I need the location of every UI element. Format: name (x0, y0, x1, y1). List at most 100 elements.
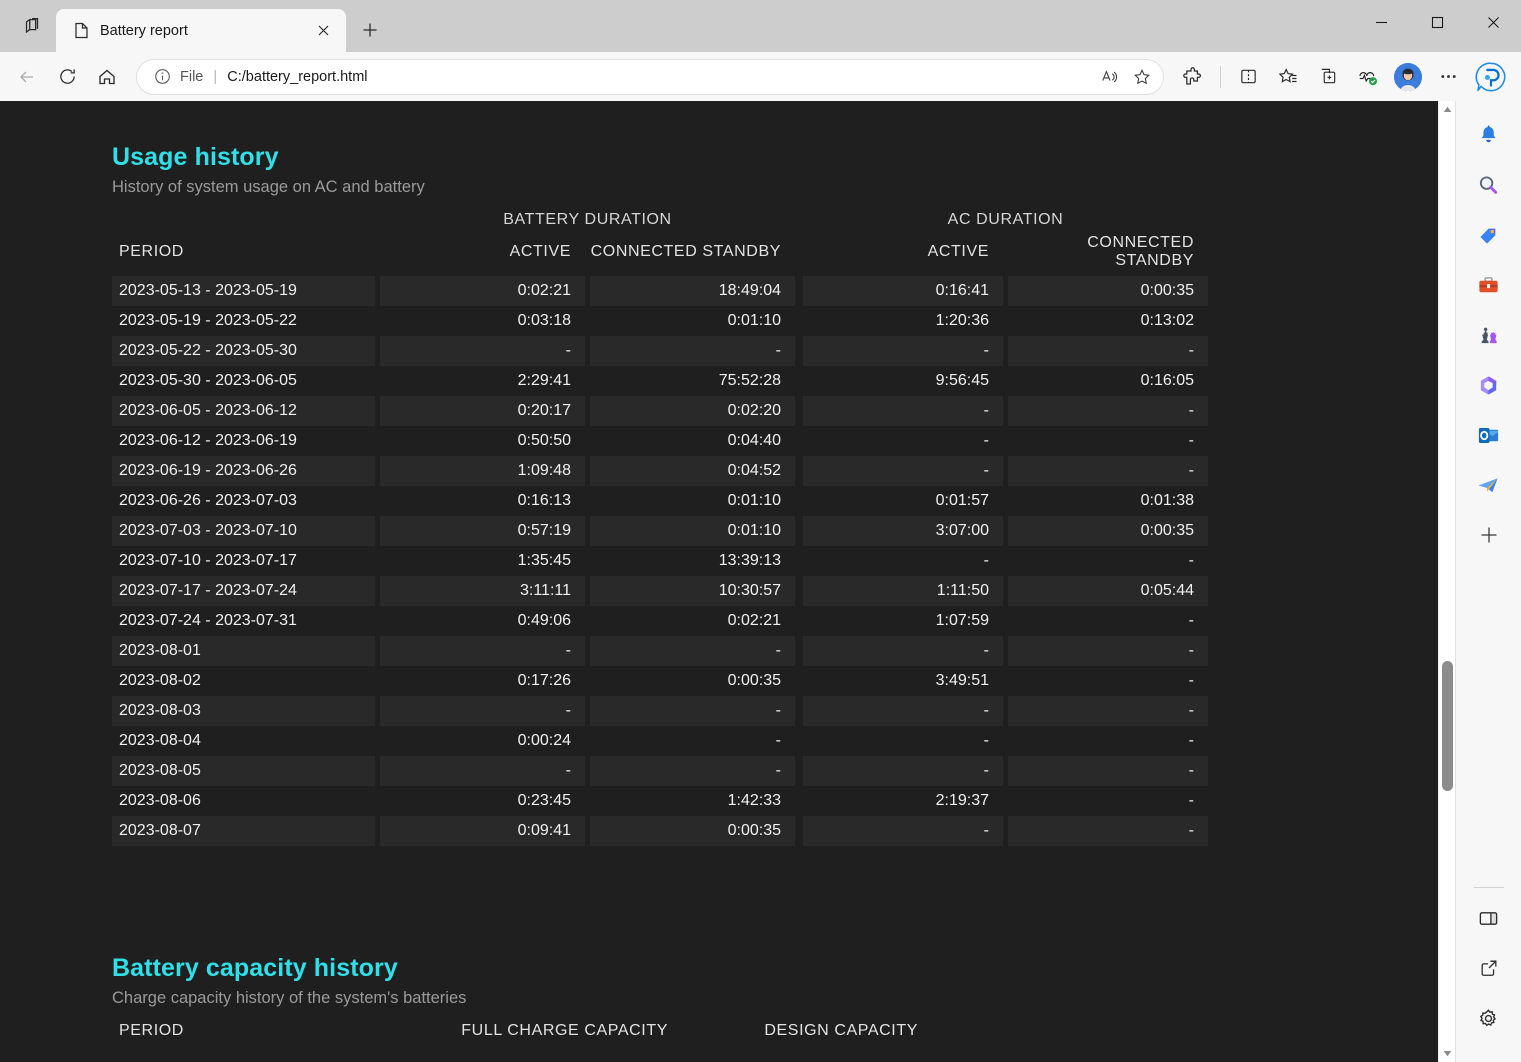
column-header-row: PERIOD ACTIVE CONNECTED STANDBY ACTIVE C… (112, 234, 1208, 276)
sidebar-item-notifications[interactable] (1469, 115, 1509, 155)
cell-period: 2023-08-01 (112, 636, 375, 666)
group-header-row: BATTERY DURATION AC DURATION (112, 211, 1208, 234)
cell-ac-cs: - (1008, 666, 1208, 696)
cell-battery-cs: 0:02:20 (590, 396, 795, 426)
column-spacer (795, 756, 803, 786)
group-header-blank (112, 211, 375, 234)
cell-battery-active: - (380, 696, 585, 726)
cell-period: 2023-06-05 - 2023-06-12 (112, 396, 375, 426)
cell-ac-cs: - (1008, 726, 1208, 756)
cell-ac-cs: - (1008, 546, 1208, 576)
scrollbar-thumb[interactable] (1442, 661, 1453, 791)
sidebar-item-shopping[interactable] (1469, 215, 1509, 255)
col-header-battery-connected-standby: CONNECTED STANDBY (590, 234, 795, 276)
sidebar-item-microsoft-365[interactable] (1469, 365, 1509, 405)
cell-ac-active: - (803, 696, 1003, 726)
sidebar-item-search[interactable] (1469, 165, 1509, 205)
browser-tab[interactable]: Battery report (56, 9, 346, 52)
browser-essentials-icon[interactable] (1349, 58, 1387, 96)
profile-avatar[interactable] (1389, 58, 1427, 96)
cell-period: 2023-05-13 - 2023-05-19 (112, 276, 375, 306)
cell-ac-cs: 0:16:05 (1008, 366, 1208, 396)
cell-period: 2023-08-02 (112, 666, 375, 696)
sidebar-item-tools[interactable] (1469, 265, 1509, 305)
scroll-up-arrow[interactable] (1439, 101, 1456, 118)
maximize-button[interactable] (1409, 0, 1465, 45)
usage-history-table: BATTERY DURATION AC DURATION PERIOD ACTI… (112, 211, 1208, 846)
cell-battery-active: 0:09:41 (380, 816, 585, 846)
cell-ac-cs: 0:00:35 (1008, 276, 1208, 306)
toggle-pane-icon[interactable] (1469, 898, 1509, 938)
new-tab-button[interactable] (352, 12, 388, 48)
cell-battery-active: 0:50:50 (380, 426, 585, 456)
cell-battery-active: 1:35:45 (380, 546, 585, 576)
cell-ac-cs: - (1008, 336, 1208, 366)
cell-ac-cs: - (1008, 456, 1208, 486)
cell-ac-cs: - (1008, 606, 1208, 636)
col-header-ac-active: ACTIVE (803, 234, 1003, 276)
add-favorite-star-icon[interactable] (1127, 62, 1157, 92)
settings-and-more-button[interactable] (1429, 58, 1467, 96)
browser-window: Battery report (0, 0, 1521, 1062)
url-text[interactable]: C:/battery_report.html (227, 69, 1095, 85)
open-in-new-window-icon[interactable] (1469, 948, 1509, 988)
table-row: 2023-08-060:23:451:42:332:19:37- (112, 786, 1208, 816)
cell-period: 2023-07-10 - 2023-07-17 (112, 546, 375, 576)
cell-battery-active: 0:17:26 (380, 666, 585, 696)
col-header-period: PERIOD (112, 234, 375, 276)
cell-ac-active: 0:16:41 (803, 276, 1003, 306)
cell-ac-active: 2:19:37 (803, 786, 1003, 816)
page-scrollbar[interactable] (1438, 101, 1455, 1062)
cell-ac-active: - (803, 816, 1003, 846)
cell-ac-cs: - (1008, 426, 1208, 456)
reload-button[interactable] (48, 58, 86, 96)
battery-report-page: Usage history History of system usage on… (0, 101, 1438, 1062)
close-tab-icon[interactable] (310, 18, 336, 44)
close-window-button[interactable] (1465, 0, 1521, 45)
tab-search-icon[interactable] (8, 0, 56, 52)
scroll-down-arrow[interactable] (1439, 1045, 1456, 1062)
cell-ac-active: - (803, 336, 1003, 366)
cell-ac-active: 3:07:00 (803, 516, 1003, 546)
column-spacer (795, 516, 803, 546)
back-button[interactable] (8, 58, 46, 96)
column-spacer (795, 486, 803, 516)
cap-col-header-full-charge: FULL CHARGE CAPACITY (382, 1022, 682, 1046)
sidebar-item-games[interactable] (1469, 315, 1509, 355)
cell-ac-active: 3:49:51 (803, 666, 1003, 696)
cell-battery-active: - (380, 756, 585, 786)
cell-period: 2023-05-19 - 2023-05-22 (112, 306, 375, 336)
cell-period: 2023-07-03 - 2023-07-10 (112, 516, 375, 546)
info-icon[interactable] (151, 66, 173, 88)
cell-battery-active: 0:16:13 (380, 486, 585, 516)
cell-ac-cs: 0:05:44 (1008, 576, 1208, 606)
address-bar[interactable]: File | C:/battery_report.html (136, 59, 1164, 95)
usage-history-header: BATTERY DURATION AC DURATION PERIOD ACTI… (112, 211, 1208, 276)
sidebar-item-add-app[interactable] (1469, 515, 1509, 555)
cell-period: 2023-07-24 - 2023-07-31 (112, 606, 375, 636)
split-screen-icon[interactable] (1229, 58, 1267, 96)
table-row: 2023-07-17 - 2023-07-243:11:1110:30:571:… (112, 576, 1208, 606)
extensions-puzzle-icon[interactable] (1174, 58, 1212, 96)
cell-battery-cs: 10:30:57 (590, 576, 795, 606)
favorites-icon[interactable] (1269, 58, 1307, 96)
cell-battery-active: 0:20:17 (380, 396, 585, 426)
avatar[interactable] (1394, 63, 1422, 91)
cell-ac-active: - (803, 756, 1003, 786)
tab-title: Battery report (100, 23, 300, 39)
read-aloud-icon[interactable] (1095, 62, 1125, 92)
window-controls (1353, 0, 1521, 45)
sidebar-settings-gear-icon[interactable] (1469, 998, 1509, 1038)
column-spacer (795, 306, 803, 336)
copilot-icon[interactable] (1469, 55, 1513, 99)
column-spacer (795, 456, 803, 486)
column-spacer (795, 666, 803, 696)
cell-battery-cs: 0:01:10 (590, 306, 795, 336)
minimize-button[interactable] (1353, 0, 1409, 45)
home-button[interactable] (88, 58, 126, 96)
sidebar-item-telegram[interactable] (1469, 465, 1509, 505)
collections-icon[interactable] (1309, 58, 1347, 96)
table-row: 2023-06-19 - 2023-06-261:09:480:04:52-- (112, 456, 1208, 486)
sidebar-item-outlook[interactable] (1469, 415, 1509, 455)
cell-battery-active: 0:23:45 (380, 786, 585, 816)
